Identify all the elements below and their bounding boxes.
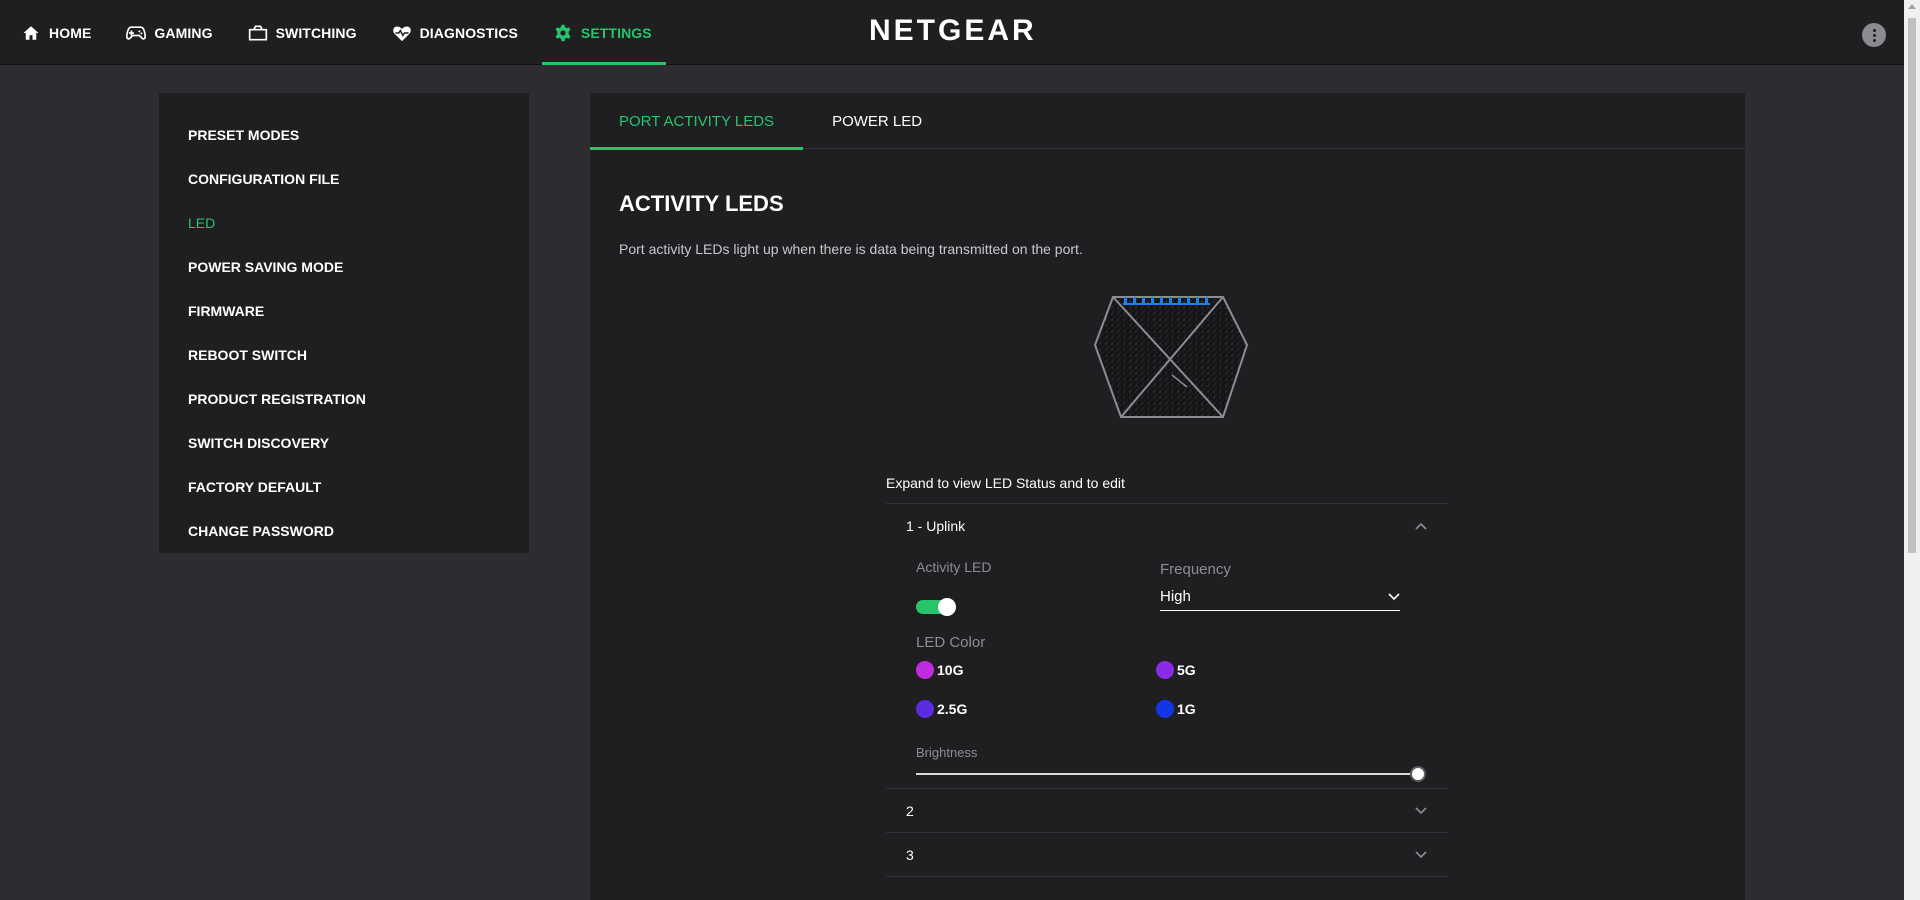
activity-led-label: Activity LED [916, 559, 992, 575]
frequency-label: Frequency [1160, 561, 1231, 578]
brightness-label: Brightness [916, 745, 978, 760]
netgear-logo: NETGEAR [869, 14, 1037, 47]
nav-switching[interactable]: SWITCHING [227, 0, 371, 65]
port-row-1[interactable]: 1 - Uplink [886, 503, 1448, 547]
port-row-3[interactable]: 3 [886, 832, 1448, 876]
port-row-2[interactable]: 2 [886, 788, 1448, 832]
page-scrollbar[interactable] [1904, 0, 1920, 900]
tab-power-led[interactable]: POWER LED [803, 93, 951, 149]
nav-switching-label: SWITCHING [275, 24, 357, 41]
led-color-label: LED Color [916, 634, 986, 651]
switch-icon [248, 23, 268, 43]
nav-gaming[interactable]: GAMING [105, 0, 226, 65]
chevron-down-icon[interactable] [1414, 848, 1428, 862]
heart-pulse-icon [392, 23, 412, 43]
color-swatch [916, 700, 934, 718]
scroll-up-icon[interactable] [1908, 4, 1916, 9]
nav-home-label: HOME [49, 24, 92, 41]
more-options-icon[interactable] [1862, 23, 1886, 47]
nav-home[interactable]: HOME [0, 0, 105, 65]
switch-device-image [1093, 296, 1249, 418]
chevron-up-icon[interactable] [1414, 519, 1428, 533]
scrollbar-thumb[interactable] [1908, 18, 1916, 553]
expand-note: Expand to view LED Status and to edit [886, 475, 1125, 491]
color-option-10g[interactable]: 10G [916, 661, 963, 679]
sidebar-item-led[interactable]: LED [159, 201, 529, 245]
brightness-handle[interactable] [1412, 768, 1424, 780]
nav-settings[interactable]: SETTINGS [532, 0, 666, 65]
sidebar-item-product-registration[interactable]: PRODUCT REGISTRATION [159, 377, 529, 421]
nav-gaming-label: GAMING [154, 24, 213, 41]
nav-settings-label: SETTINGS [580, 24, 652, 41]
sidebar-item-firmware[interactable]: FIRMWARE [159, 289, 529, 333]
activity-led-toggle[interactable] [916, 597, 956, 617]
nav-diagnostics[interactable]: DIAGNOSTICS [371, 0, 532, 65]
color-option-1g[interactable]: 1G [1156, 700, 1196, 718]
frequency-select[interactable]: High [1160, 583, 1400, 611]
color-swatch [1156, 700, 1174, 718]
nav-diagnostics-label: DIAGNOSTICS [419, 24, 518, 41]
tab-port-activity-leds[interactable]: PORT ACTIVITY LEDS [590, 93, 804, 150]
sidebar-item-factory-default[interactable]: FACTORY DEFAULT [159, 465, 529, 509]
port-1-details: Activity LED Frequency High LED Color 10… [886, 547, 1448, 788]
color-swatch [916, 661, 934, 679]
gear-icon [553, 23, 573, 43]
gamepad-icon [126, 23, 147, 43]
led-settings-panel: PORT ACTIVITY LEDS POWER LED ACTIVITY LE… [590, 93, 1745, 900]
settings-sidebar: PRESET MODES CONFIGURATION FILE LED POWE… [159, 93, 529, 553]
led-tabs: PORT ACTIVITY LEDS POWER LED [590, 93, 1745, 150]
brightness-slider[interactable] [916, 767, 1424, 781]
frequency-value: High [1160, 588, 1191, 605]
port-label: 1 - Uplink [906, 517, 966, 534]
port-accordion: 1 - Uplink Activity LED Frequency High L… [886, 503, 1448, 877]
section-title: ACTIVITY LEDS [619, 191, 784, 216]
port-row-divider [886, 876, 1448, 877]
color-option-label: 2.5G [937, 701, 968, 717]
color-option-label: 5G [1177, 662, 1196, 678]
chevron-down-icon[interactable] [1414, 804, 1428, 818]
sidebar-item-reboot-switch[interactable]: REBOOT SWITCH [159, 333, 529, 377]
sidebar-item-preset-modes[interactable]: PRESET MODES [159, 113, 529, 157]
sidebar-item-change-password[interactable]: CHANGE PASSWORD [159, 509, 529, 553]
color-option-label: 1G [1177, 701, 1196, 717]
sidebar-item-power-saving-mode[interactable]: POWER SAVING MODE [159, 245, 529, 289]
color-option-5g[interactable]: 5G [1156, 661, 1196, 679]
brightness-fill [916, 773, 1418, 775]
home-icon [21, 23, 41, 43]
port-label: 2 [906, 802, 914, 819]
color-option-2-5g[interactable]: 2.5G [916, 700, 967, 718]
sidebar-item-configuration-file[interactable]: CONFIGURATION FILE [159, 157, 529, 201]
top-navigation-bar: HOME GAMING SWITCHING DIAGNOSTICS SETTIN… [0, 0, 1904, 65]
section-description: Port activity LEDs light up when there i… [619, 241, 1083, 257]
color-option-label: 10G [937, 662, 964, 678]
main-nav: HOME GAMING SWITCHING DIAGNOSTICS SETTIN… [0, 0, 666, 65]
chevron-down-icon [1388, 588, 1400, 605]
color-swatch [1156, 661, 1174, 679]
port-label: 3 [906, 846, 914, 863]
sidebar-item-switch-discovery[interactable]: SWITCH DISCOVERY [159, 421, 529, 465]
